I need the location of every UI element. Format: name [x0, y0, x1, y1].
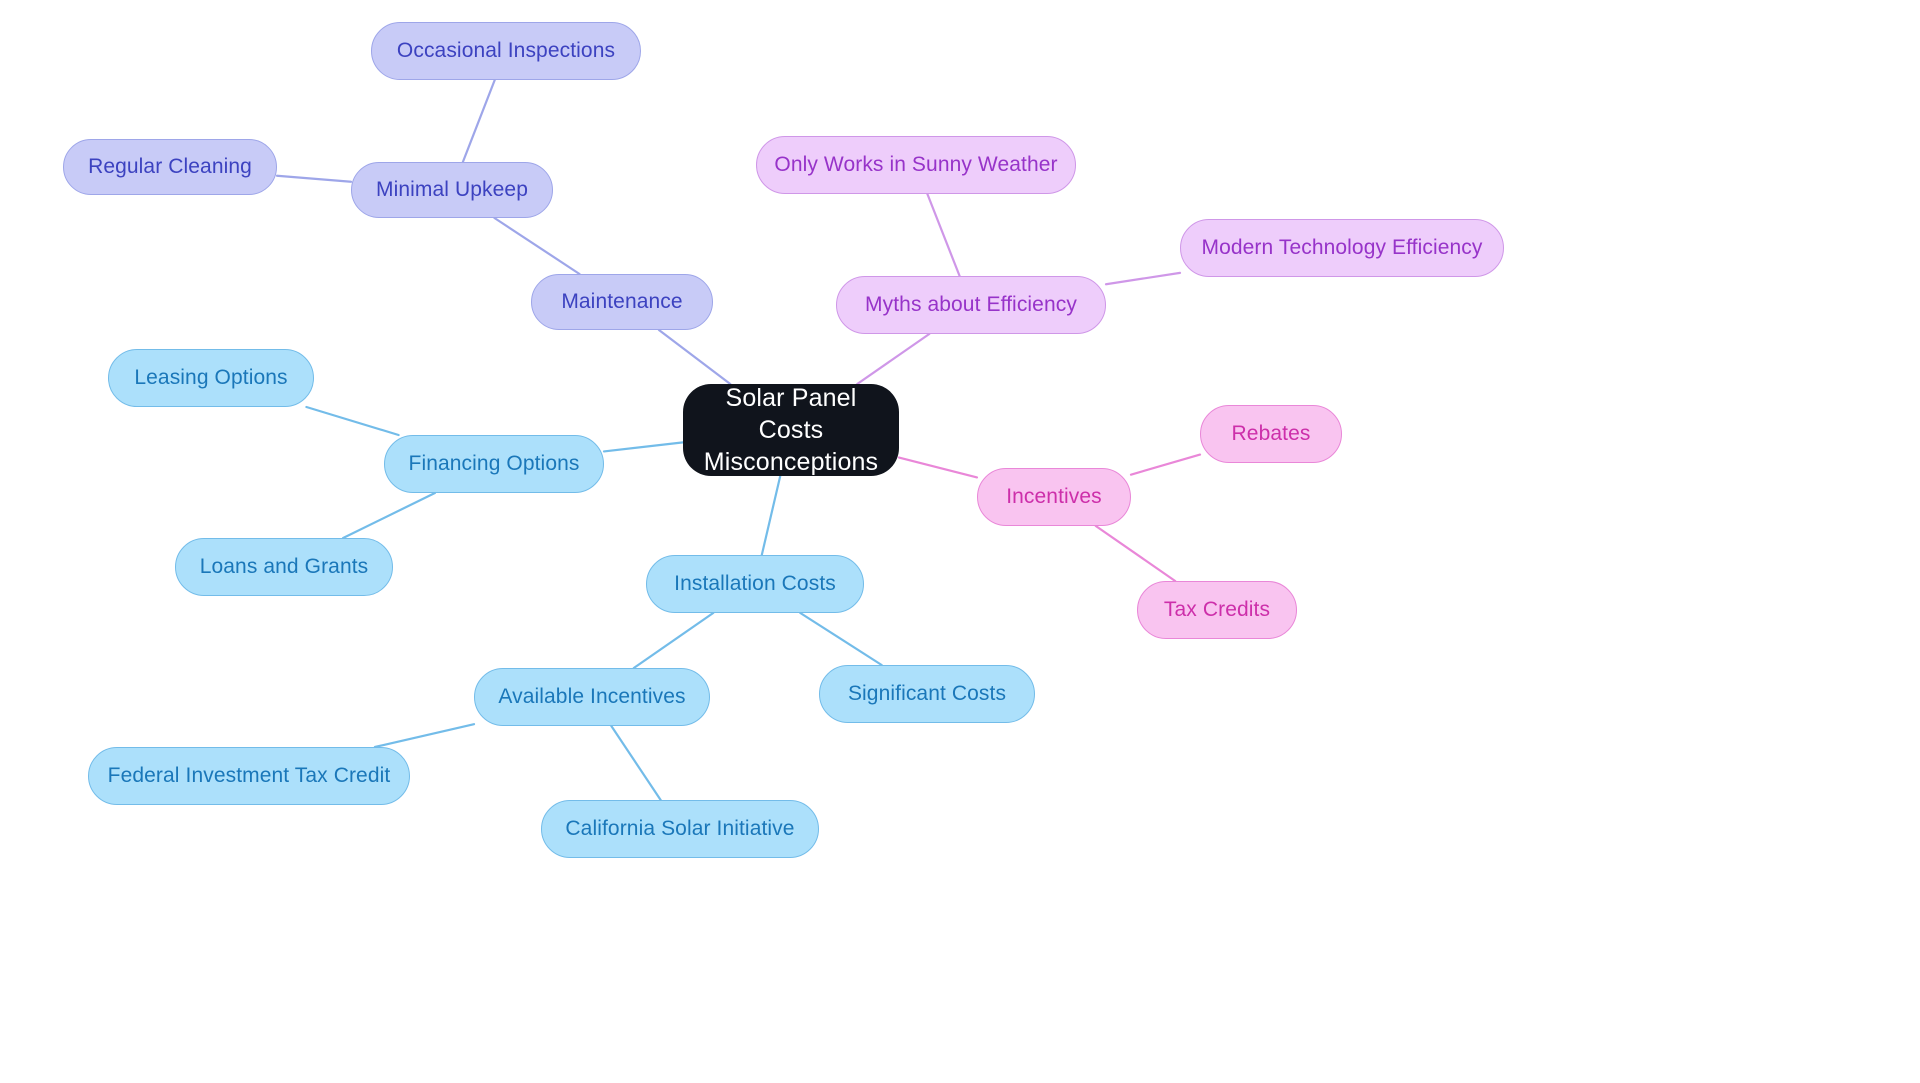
- mindmap-node-financing-options-label: Financing Options: [408, 452, 580, 476]
- mindmap-node-significant-costs[interactable]: Significant Costs: [819, 665, 1035, 723]
- mindmap-node-only-works-in-sunny-weather-label: Only Works in Sunny Weather: [774, 153, 1058, 177]
- edge-root-financing-options: [602, 441, 685, 453]
- mindmap-node-incentives[interactable]: Incentives: [977, 468, 1131, 526]
- mindmap-node-rebates-label: Rebates: [1231, 422, 1311, 446]
- mindmap-node-myths-about-efficiency-label: Myths about Efficiency: [865, 293, 1077, 317]
- mindmap-node-california-solar-initiative-label: California Solar Initiative: [565, 817, 795, 841]
- mindmap-node-modern-technology-efficiency[interactable]: Modern Technology Efficiency: [1180, 219, 1504, 277]
- mindmap-node-available-incentives[interactable]: Available Incentives: [474, 668, 710, 726]
- mindmap-node-leasing-options-label: Leasing Options: [134, 366, 288, 390]
- edge-myths-only-works-sunny: [926, 192, 961, 278]
- mindmap-node-only-works-in-sunny-weather[interactable]: Only Works in Sunny Weather: [756, 136, 1076, 194]
- mindmap-canvas: Solar Panel Costs Misconceptions Maintena…: [0, 0, 1920, 1083]
- mindmap-node-installation-costs-label: Installation Costs: [674, 572, 836, 596]
- mindmap-node-tax-credits-label: Tax Credits: [1163, 598, 1271, 622]
- mindmap-root-node-label: Solar Panel Costs Misconceptions: [703, 384, 879, 476]
- mindmap-node-loans-and-grants[interactable]: Loans and Grants: [175, 538, 393, 596]
- mindmap-node-minimal-upkeep[interactable]: Minimal Upkeep: [351, 162, 553, 218]
- edge-installation-available-incentives: [632, 611, 715, 670]
- mindmap-node-regular-cleaning-label: Regular Cleaning: [88, 155, 252, 179]
- mindmap-node-maintenance-label: Maintenance: [561, 290, 683, 314]
- mindmap-node-federal-investment-tax-credit[interactable]: Federal Investment Tax Credit: [88, 747, 410, 805]
- mindmap-node-occasional-inspections-label: Occasional Inspections: [396, 39, 616, 63]
- edge-incentives-tax-credits: [1094, 524, 1177, 583]
- edge-myths-modern-technology-efficiency: [1104, 271, 1182, 286]
- mindmap-node-maintenance[interactable]: Maintenance: [531, 274, 713, 330]
- mindmap-node-regular-cleaning[interactable]: Regular Cleaning: [63, 139, 277, 195]
- mindmap-node-minimal-upkeep-label: Minimal Upkeep: [376, 178, 528, 202]
- edge-financing-loans-and-grants: [342, 491, 436, 540]
- edge-root-installation-costs: [760, 474, 782, 557]
- mindmap-node-leasing-options[interactable]: Leasing Options: [108, 349, 314, 407]
- mindmap-node-installation-costs[interactable]: Installation Costs: [646, 555, 864, 613]
- mindmap-node-financing-options[interactable]: Financing Options: [384, 435, 604, 493]
- edge-available-incentives-federal-investment-tax-credit: [373, 723, 476, 749]
- mindmap-node-federal-investment-tax-credit-label: Federal Investment Tax Credit: [107, 764, 391, 788]
- mindmap-node-california-solar-initiative[interactable]: California Solar Initiative: [541, 800, 819, 858]
- mindmap-node-occasional-inspections[interactable]: Occasional Inspections: [371, 22, 641, 80]
- edge-installation-significant-costs: [799, 611, 883, 667]
- mindmap-node-tax-credits[interactable]: Tax Credits: [1137, 581, 1297, 639]
- edge-financing-leasing-options: [305, 405, 400, 437]
- edge-incentives-rebates: [1129, 453, 1202, 476]
- edge-root-incentives: [897, 456, 979, 479]
- edge-minimal-upkeep-occasional-inspections: [461, 78, 496, 164]
- mindmap-node-incentives-label: Incentives: [1006, 485, 1102, 509]
- edge-maintenance-minimal-upkeep: [493, 216, 581, 276]
- edge-available-incentives-california-solar-initiative: [610, 724, 662, 802]
- mindmap-node-significant-costs-label: Significant Costs: [847, 682, 1007, 706]
- mindmap-node-myths-about-efficiency[interactable]: Myths about Efficiency: [836, 276, 1106, 334]
- mindmap-node-modern-technology-efficiency-label: Modern Technology Efficiency: [1201, 236, 1483, 260]
- mindmap-root-node[interactable]: Solar Panel Costs Misconceptions: [683, 384, 899, 476]
- mindmap-node-rebates[interactable]: Rebates: [1200, 405, 1342, 463]
- edge-root-myths-about-efficiency: [856, 332, 931, 386]
- edge-root-maintenance: [657, 328, 732, 386]
- mindmap-node-loans-and-grants-label: Loans and Grants: [199, 555, 369, 579]
- edge-minimal-upkeep-regular-cleaning: [275, 174, 353, 183]
- mindmap-node-available-incentives-label: Available Incentives: [498, 685, 686, 709]
